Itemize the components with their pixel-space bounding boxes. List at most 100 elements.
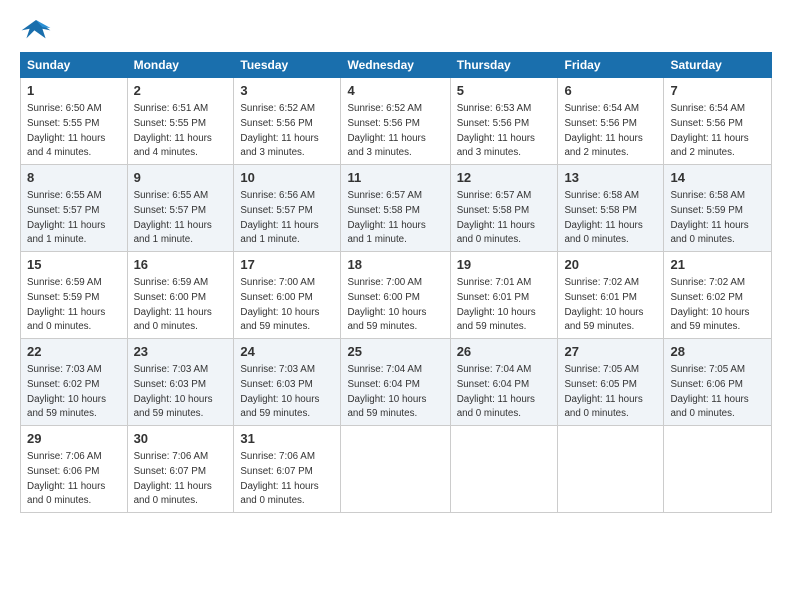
day-number: 25 [347,343,443,361]
day-cell: 11 Sunrise: 6:57 AMSunset: 5:58 PMDayligh… [341,165,450,252]
day-number: 11 [347,169,443,187]
day-number: 22 [27,343,121,361]
day-cell: 6Sunrise: 6:54 AMSunset: 5:56 PMDaylight… [558,78,664,165]
day-info: Sunrise: 7:04 AMSunset: 6:04 PMDaylight:… [457,364,535,419]
day-cell: 19 Sunrise: 7:01 AMSunset: 6:01 PMDayligh… [450,252,558,339]
day-info: Sunrise: 7:02 AMSunset: 6:02 PMDaylight:… [670,277,749,332]
day-info: Sunrise: 6:55 AMSunset: 5:57 PMDaylight:… [134,190,212,245]
day-cell: 27Sunrise: 7:05 AMSunset: 6:05 PMDayligh… [558,339,664,426]
day-info: Sunrise: 7:03 AMSunset: 6:03 PMDaylight:… [134,364,213,419]
day-info: Sunrise: 7:01 AMSunset: 6:01 PMDaylight:… [457,277,536,332]
day-info: Sunrise: 6:53 AMSunset: 5:56 PMDaylight:… [457,103,535,158]
day-cell: 29 Sunrise: 7:06 AMSunset: 6:06 PMDayligh… [21,426,128,513]
day-number: 31 [240,430,334,448]
day-cell: 26 Sunrise: 7:04 AMSunset: 6:04 PMDayligh… [450,339,558,426]
day-info: Sunrise: 7:06 AMSunset: 6:07 PMDaylight:… [134,451,212,506]
day-info: Sunrise: 7:06 AMSunset: 6:07 PMDaylight:… [240,451,318,506]
day-info: Sunrise: 6:54 AMSunset: 5:56 PMDaylight:… [670,103,748,158]
logo-bird-icon [20,16,52,44]
day-cell [341,426,450,513]
day-cell: 2 Sunrise: 6:51 AMSunset: 5:55 PMDaylight… [127,78,234,165]
day-cell [664,426,772,513]
day-number: 29 [27,430,121,448]
day-cell: 1 Sunrise: 6:50 AMSunset: 5:55 PMDaylight… [21,78,128,165]
day-number: 5 [457,82,552,100]
header-cell-tuesday: Tuesday [234,53,341,78]
day-cell: 16Sunrise: 6:59 AMSunset: 6:00 PMDayligh… [127,252,234,339]
day-cell: 22 Sunrise: 7:03 AMSunset: 6:02 PMDayligh… [21,339,128,426]
day-info: Sunrise: 7:04 AMSunset: 6:04 PMDaylight:… [347,364,426,419]
header-cell-saturday: Saturday [664,53,772,78]
day-cell: 18 Sunrise: 7:00 AMSunset: 6:00 PMDayligh… [341,252,450,339]
day-number: 14 [670,169,765,187]
week-row-4: 22 Sunrise: 7:03 AMSunset: 6:02 PMDayligh… [21,339,772,426]
day-cell: 21 Sunrise: 7:02 AMSunset: 6:02 PMDayligh… [664,252,772,339]
header-cell-sunday: Sunday [21,53,128,78]
day-cell [450,426,558,513]
day-cell: 13Sunrise: 6:58 AMSunset: 5:58 PMDayligh… [558,165,664,252]
header-cell-wednesday: Wednesday [341,53,450,78]
day-cell: 10Sunrise: 6:56 AMSunset: 5:57 PMDayligh… [234,165,341,252]
day-info: Sunrise: 6:58 AMSunset: 5:59 PMDaylight:… [670,190,748,245]
day-number: 18 [347,256,443,274]
day-number: 4 [347,82,443,100]
day-info: Sunrise: 6:54 AMSunset: 5:56 PMDaylight:… [564,103,642,158]
day-number: 28 [670,343,765,361]
page: SundayMondayTuesdayWednesdayThursdayFrid… [0,0,792,523]
day-number: 3 [240,82,334,100]
day-info: Sunrise: 6:57 AMSunset: 5:58 PMDaylight:… [457,190,535,245]
day-number: 17 [240,256,334,274]
day-info: Sunrise: 7:06 AMSunset: 6:06 PMDaylight:… [27,451,105,506]
header-cell-monday: Monday [127,53,234,78]
day-info: Sunrise: 6:57 AMSunset: 5:58 PMDaylight:… [347,190,425,245]
day-info: Sunrise: 6:55 AMSunset: 5:57 PMDaylight:… [27,190,105,245]
day-cell: 7 Sunrise: 6:54 AMSunset: 5:56 PMDaylight… [664,78,772,165]
day-number: 15 [27,256,121,274]
logo [20,16,56,44]
day-number: 16 [134,256,228,274]
day-info: Sunrise: 6:56 AMSunset: 5:57 PMDaylight:… [240,190,318,245]
day-number: 2 [134,82,228,100]
day-info: Sunrise: 6:50 AMSunset: 5:55 PMDaylight:… [27,103,105,158]
day-info: Sunrise: 7:03 AMSunset: 6:02 PMDaylight:… [27,364,106,419]
header-cell-thursday: Thursday [450,53,558,78]
day-info: Sunrise: 6:59 AMSunset: 5:59 PMDaylight:… [27,277,105,332]
day-cell: 25 Sunrise: 7:04 AMSunset: 6:04 PMDayligh… [341,339,450,426]
day-cell: 5 Sunrise: 6:53 AMSunset: 5:56 PMDaylight… [450,78,558,165]
day-cell: 8 Sunrise: 6:55 AMSunset: 5:57 PMDaylight… [21,165,128,252]
day-cell: 17Sunrise: 7:00 AMSunset: 6:00 PMDayligh… [234,252,341,339]
day-info: Sunrise: 7:00 AMSunset: 6:00 PMDaylight:… [347,277,426,332]
header-cell-friday: Friday [558,53,664,78]
day-info: Sunrise: 7:05 AMSunset: 6:06 PMDaylight:… [670,364,748,419]
day-cell [558,426,664,513]
day-cell: 4Sunrise: 6:52 AMSunset: 5:56 PMDaylight… [341,78,450,165]
day-cell: 23 Sunrise: 7:03 AMSunset: 6:03 PMDayligh… [127,339,234,426]
day-number: 7 [670,82,765,100]
day-cell: 28 Sunrise: 7:05 AMSunset: 6:06 PMDayligh… [664,339,772,426]
day-cell: 9Sunrise: 6:55 AMSunset: 5:57 PMDaylight… [127,165,234,252]
week-row-2: 8 Sunrise: 6:55 AMSunset: 5:57 PMDaylight… [21,165,772,252]
day-cell: 20Sunrise: 7:02 AMSunset: 6:01 PMDayligh… [558,252,664,339]
week-row-5: 29 Sunrise: 7:06 AMSunset: 6:06 PMDayligh… [21,426,772,513]
day-info: Sunrise: 6:52 AMSunset: 5:56 PMDaylight:… [240,103,318,158]
day-info: Sunrise: 7:03 AMSunset: 6:03 PMDaylight:… [240,364,319,419]
week-row-1: 1 Sunrise: 6:50 AMSunset: 5:55 PMDaylight… [21,78,772,165]
day-number: 1 [27,82,121,100]
day-number: 21 [670,256,765,274]
day-cell: 31 Sunrise: 7:06 AMSunset: 6:07 PMDayligh… [234,426,341,513]
day-cell: 24Sunrise: 7:03 AMSunset: 6:03 PMDayligh… [234,339,341,426]
day-info: Sunrise: 7:05 AMSunset: 6:05 PMDaylight:… [564,364,642,419]
day-number: 20 [564,256,657,274]
calendar-table: SundayMondayTuesdayWednesdayThursdayFrid… [20,52,772,513]
day-cell: 30Sunrise: 7:06 AMSunset: 6:07 PMDayligh… [127,426,234,513]
day-number: 8 [27,169,121,187]
day-number: 19 [457,256,552,274]
day-cell: 3 Sunrise: 6:52 AMSunset: 5:56 PMDaylight… [234,78,341,165]
day-cell: 15 Sunrise: 6:59 AMSunset: 5:59 PMDayligh… [21,252,128,339]
week-row-3: 15 Sunrise: 6:59 AMSunset: 5:59 PMDayligh… [21,252,772,339]
day-number: 12 [457,169,552,187]
day-number: 23 [134,343,228,361]
day-number: 13 [564,169,657,187]
day-info: Sunrise: 6:51 AMSunset: 5:55 PMDaylight:… [134,103,212,158]
day-number: 26 [457,343,552,361]
